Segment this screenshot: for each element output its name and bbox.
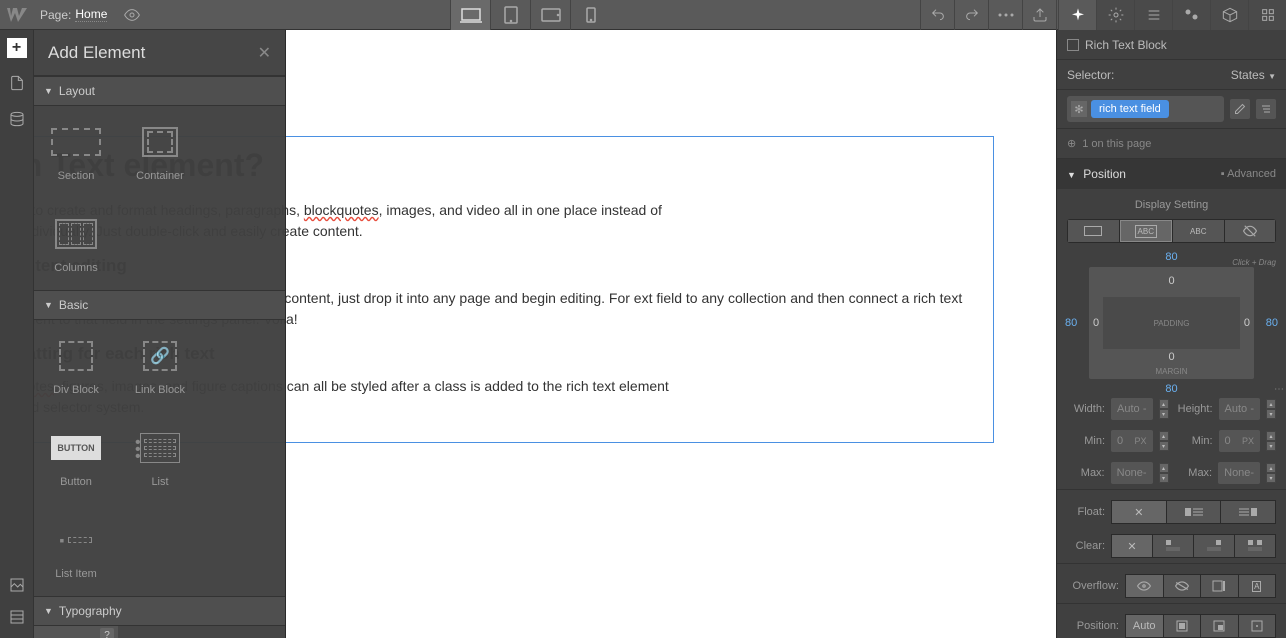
webflow-logo[interactable]	[0, 0, 34, 30]
left-rail: +	[0, 30, 34, 638]
element-columns[interactable]: Columns	[34, 198, 118, 290]
caret-down-icon: ▼	[44, 606, 53, 616]
device-desktop[interactable]	[450, 0, 490, 30]
navigator-button[interactable]	[1256, 99, 1276, 119]
display-block[interactable]	[1068, 220, 1119, 242]
export-button[interactable]	[1022, 0, 1056, 30]
help-icon[interactable]	[6, 606, 28, 628]
close-panel-button[interactable]: ✕	[258, 43, 271, 63]
device-tablet-landscape[interactable]	[530, 0, 570, 30]
history-tools	[920, 0, 1056, 30]
element-button[interactable]: BUTTONButton	[34, 412, 118, 504]
assets-icon[interactable]	[6, 574, 28, 596]
float-left[interactable]	[1167, 501, 1221, 523]
cms-icon[interactable]	[6, 108, 28, 130]
position-absolute[interactable]	[1201, 615, 1238, 637]
basic-section-header[interactable]: ▼Basic	[34, 290, 285, 320]
clear-buttons: ✕	[1111, 534, 1276, 558]
overflow-auto[interactable]: A	[1239, 575, 1276, 597]
overflow-scroll[interactable]	[1201, 575, 1238, 597]
position-auto[interactable]: Auto	[1126, 615, 1163, 637]
height-input[interactable]: Auto-	[1219, 398, 1261, 420]
page-name-dropdown[interactable]: Home	[75, 7, 107, 22]
settings-tab[interactable]	[1096, 0, 1134, 30]
max-height-input[interactable]: None-	[1218, 462, 1260, 484]
element-heading[interactable]: ? Heading Heading	[34, 626, 118, 638]
display-setting-buttons: ABC ABC	[1067, 219, 1276, 243]
element-container[interactable]: Container	[118, 106, 202, 198]
undo-button[interactable]	[920, 0, 954, 30]
caret-down-icon: ▼	[1067, 170, 1076, 180]
edit-selector-button[interactable]	[1230, 99, 1250, 119]
states-dropdown[interactable]: States ▼	[1231, 68, 1276, 82]
selector-class-tag[interactable]: rich text field	[1091, 100, 1169, 118]
element-section[interactable]: Section	[34, 106, 118, 198]
selector-input[interactable]: ✻ rich text field	[1067, 96, 1224, 122]
width-input[interactable]: Auto-	[1111, 398, 1153, 420]
style-manager-tab[interactable]	[1172, 0, 1210, 30]
min-width-input[interactable]: 0PX	[1111, 430, 1153, 452]
box-model-editor[interactable]: Click + Drag 80 80 80 80 ⫴ ⫴ MARGIN 0 0 …	[1063, 253, 1280, 393]
expand-icon[interactable]: ⋯	[1274, 384, 1284, 395]
display-inline-block[interactable]: ABC	[1120, 220, 1173, 242]
max-width-input[interactable]: None-	[1111, 462, 1153, 484]
add-element-panel: Add Element ✕ ▼Layout Section Container …	[34, 30, 286, 638]
navigator-tab[interactable]	[1134, 0, 1172, 30]
preview-icon[interactable]	[121, 7, 143, 23]
element-paragraph[interactable]: Paragraph	[118, 626, 202, 638]
help-icon[interactable]: ?	[100, 628, 114, 638]
display-inline[interactable]: ABC	[1173, 220, 1224, 242]
target-icon: ⊕	[1067, 137, 1076, 150]
style-tab[interactable]	[1058, 0, 1096, 30]
element-link-block[interactable]: 🔗Link Block	[118, 320, 202, 412]
caret-down-icon: ▼	[44, 300, 53, 310]
element-list-item[interactable]: List Item	[34, 504, 118, 596]
page-label: Page:	[40, 8, 71, 22]
selector-label: Selector:	[1067, 68, 1114, 82]
device-tablet[interactable]	[490, 0, 530, 30]
box-tab[interactable]	[1210, 0, 1248, 30]
float-none[interactable]: ✕	[1112, 501, 1166, 523]
more-button[interactable]	[988, 0, 1022, 30]
display-none[interactable]	[1225, 220, 1276, 242]
display-setting-label: Display Setting	[1067, 199, 1276, 211]
min-height-input[interactable]: 0PX	[1219, 430, 1261, 452]
device-switcher	[450, 0, 610, 30]
element-checkbox[interactable]	[1067, 39, 1079, 51]
clear-both[interactable]	[1235, 535, 1275, 557]
float-buttons: ✕	[1111, 500, 1276, 524]
overflow-hidden[interactable]	[1164, 575, 1201, 597]
redo-button[interactable]	[954, 0, 988, 30]
element-list[interactable]: List	[118, 412, 202, 504]
clear-none[interactable]: ✕	[1112, 535, 1152, 557]
advanced-toggle[interactable]: ▪ Advanced	[1221, 168, 1276, 180]
add-element-button[interactable]: +	[7, 38, 27, 58]
pages-icon[interactable]	[6, 72, 28, 94]
overflow-buttons: A	[1125, 574, 1276, 598]
position-relative[interactable]	[1164, 615, 1201, 637]
layout-section-header[interactable]: ▼Layout	[34, 76, 285, 106]
right-panel-tabs	[1058, 0, 1286, 30]
style-panel: Rich Text Block Selector: States ▼ ✻ ric…	[1056, 30, 1286, 638]
clear-left[interactable]	[1153, 535, 1193, 557]
clear-right[interactable]	[1194, 535, 1234, 557]
typography-section-header[interactable]: ▼Typography	[34, 596, 285, 626]
caret-down-icon: ▼	[44, 86, 53, 96]
position-section-header[interactable]: ▼ Position ▪ Advanced	[1057, 159, 1286, 189]
panel-title: Add Element	[48, 43, 145, 63]
select-all-icon[interactable]: ✻	[1071, 101, 1087, 117]
element-div-block[interactable]: Div Block	[34, 320, 118, 412]
position-fixed[interactable]	[1239, 615, 1276, 637]
device-mobile[interactable]	[570, 0, 610, 30]
position-buttons: Auto	[1125, 614, 1276, 638]
overflow-visible[interactable]	[1126, 575, 1163, 597]
interactions-tab[interactable]	[1248, 0, 1286, 30]
float-right[interactable]	[1221, 501, 1275, 523]
element-name-row: Rich Text Block	[1057, 30, 1286, 60]
